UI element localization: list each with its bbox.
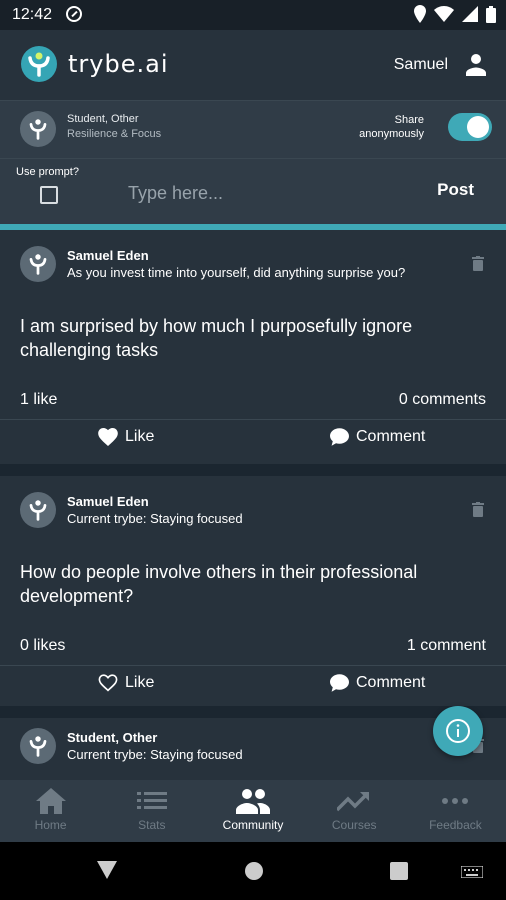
like-count: 1 like [20, 391, 58, 408]
use-prompt-checkbox[interactable] [40, 186, 58, 204]
app-bar: trybe.ai Samuel [0, 30, 506, 100]
status-icons [414, 5, 496, 23]
people-icon [236, 789, 270, 814]
divider [0, 665, 506, 666]
trending-icon [337, 792, 370, 812]
battery-icon [486, 5, 496, 23]
avatar [20, 111, 56, 147]
info-fab[interactable] [433, 706, 483, 756]
person-logo-icon [28, 52, 50, 77]
post-author: Student, Other [67, 730, 158, 745]
delete-icon[interactable] [472, 502, 484, 517]
do-not-disturb-icon [66, 6, 82, 22]
person-logo-icon [29, 500, 47, 521]
profile-info-bar: Student, Other Resilience & Focus Share … [0, 100, 506, 158]
post-subtitle: Current trybe: Staying focused [67, 747, 243, 762]
post-subtitle: As you invest time into yourself, did an… [67, 265, 406, 280]
comment-icon [330, 428, 349, 446]
share-anonymously-toggle[interactable] [448, 113, 492, 141]
nav-community-label: Community [222, 818, 284, 832]
comment-count[interactable]: 1 comment [407, 637, 486, 655]
comment-icon [330, 674, 349, 692]
post-body: I am surprised by how much I purposefull… [20, 316, 413, 360]
brand-name: trybe.ai [68, 50, 169, 78]
post-composer: Use prompt? Post [0, 158, 506, 224]
person-logo-icon [29, 736, 47, 757]
divider [0, 419, 506, 420]
share-label-line2: anonymously [359, 128, 424, 140]
post-card: Student, Other Current trybe: Staying fo… [0, 718, 506, 780]
post-card: Samuel Eden As you invest time into your… [0, 230, 506, 464]
nav-home[interactable]: Home [0, 780, 101, 842]
user-tribe: Resilience & Focus [67, 128, 162, 140]
nav-stats-label: Stats [138, 818, 166, 832]
toggle-knob [467, 116, 489, 138]
avatar [20, 728, 56, 764]
post-subtitle: Current trybe: Staying focused [67, 511, 243, 526]
list-icon [136, 792, 167, 809]
back-icon[interactable] [97, 861, 117, 879]
nav-stats[interactable]: Stats [101, 780, 202, 842]
like-label: Like [125, 674, 155, 691]
bottom-navigation: Home Stats Community Courses Feedback [0, 780, 506, 842]
comment-count[interactable]: 0 comments [399, 391, 486, 409]
share-label-line1: Share [394, 114, 424, 126]
home-button-icon[interactable] [244, 861, 264, 881]
signal-icon [462, 6, 478, 22]
info-icon [446, 719, 470, 743]
comment-label: Comment [356, 428, 426, 445]
delete-icon[interactable] [472, 256, 484, 271]
person-logo-icon [29, 254, 47, 275]
heart-filled-icon [98, 428, 118, 446]
use-prompt-label: Use prompt? [16, 166, 79, 178]
avatar [20, 246, 56, 282]
person-logo-icon [29, 119, 47, 140]
more-icon [442, 798, 469, 804]
like-button[interactable]: Like [98, 674, 154, 692]
nav-community[interactable]: Community [202, 780, 303, 842]
nav-home-label: Home [34, 818, 67, 832]
username[interactable]: Samuel [394, 56, 448, 74]
post-text-input[interactable] [126, 177, 410, 209]
wifi-icon [434, 6, 454, 22]
like-label: Like [125, 428, 155, 445]
comment-button[interactable]: Comment [330, 428, 425, 446]
location-icon [414, 5, 426, 23]
system-navigation-bar [0, 842, 506, 900]
like-button[interactable]: Like [98, 428, 154, 446]
keyboard-icon[interactable] [461, 866, 483, 878]
post-author: Samuel Eden [67, 494, 149, 509]
avatar [20, 492, 56, 528]
recents-icon[interactable] [390, 862, 408, 880]
post-button[interactable]: Post [437, 180, 474, 200]
account-icon[interactable] [464, 52, 488, 76]
nav-feedback[interactable]: Feedback [405, 780, 506, 842]
trybe-logo [21, 46, 57, 82]
post-author: Samuel Eden [67, 248, 149, 263]
nav-feedback-label: Feedback [429, 818, 482, 832]
nav-courses-label: Courses [331, 818, 377, 832]
status-time: 12:42 [12, 6, 53, 23]
status-bar: 12:42 [0, 0, 506, 30]
home-icon [35, 788, 66, 814]
comment-label: Comment [356, 674, 426, 691]
user-role: Student, Other [67, 113, 139, 125]
comment-button[interactable]: Comment [330, 674, 425, 692]
nav-courses[interactable]: Courses [304, 780, 405, 842]
like-count: 0 likes [20, 637, 66, 654]
share-anonymously-label: Share anonymously [359, 113, 424, 141]
heart-outline-icon [98, 674, 118, 692]
post-card: Samuel Eden Current trybe: Staying focus… [0, 476, 506, 706]
community-feed[interactable]: Samuel Eden As you invest time into your… [0, 230, 506, 780]
post-body: How do people involve others in their pr… [20, 562, 418, 606]
